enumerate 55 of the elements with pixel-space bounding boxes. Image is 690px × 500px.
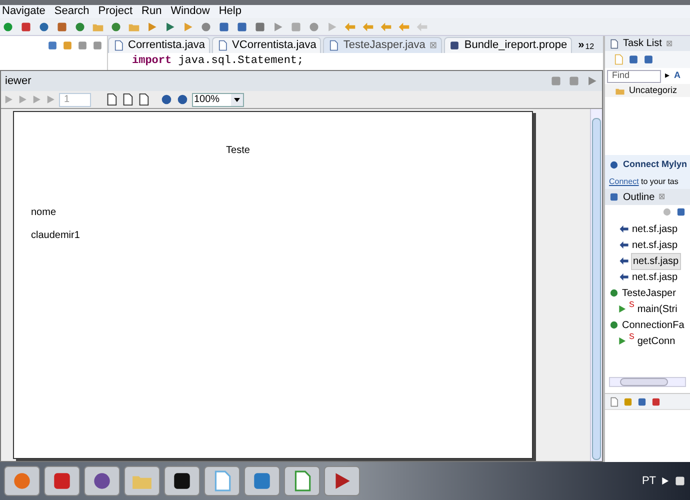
back-icon[interactable] [398,20,410,32]
horizontal-scrollbar[interactable] [609,377,686,387]
play-icon[interactable] [272,20,284,32]
menu-item[interactable]: Search [54,3,90,20]
report-title: Teste [226,144,250,158]
editor-tab[interactable]: Bundle_ireport.prope [444,37,572,53]
language-indicator[interactable]: PT [642,472,656,490]
new-task-icon[interactable] [613,54,624,65]
outline-item[interactable]: net.sf.jasp [631,222,679,236]
java-file-icon [217,40,228,51]
previous-page-icon[interactable] [17,94,28,105]
panel-tab[interactable]: Task List [623,36,662,51]
outline-item[interactable]: net.sf.jasp [631,252,681,270]
menu-item[interactable]: Navigate [2,3,46,20]
static-marker: S [629,299,634,311]
vertical-scrollbar[interactable] [590,109,602,461]
overflow-chevron[interactable]: » [578,36,584,53]
fit-page-icon[interactable] [137,93,150,106]
overflow-count: 12 [585,41,594,53]
task-list-icon [609,38,619,48]
static-marker: S [629,331,634,343]
java-file-icon [113,40,124,51]
find-field[interactable]: Find [607,70,661,82]
filter-link[interactable]: A [674,69,680,83]
page-icon[interactable] [105,93,118,106]
connect-link[interactable]: Connect [609,177,639,186]
mylyn-text: Connect to your tas [609,176,678,188]
zoom-select[interactable]: 100% [192,92,244,106]
outline-item[interactable]: main(Stri [636,302,678,316]
back-icon[interactable] [380,20,392,32]
java-file-icon [328,40,340,51]
editor-tab[interactable]: Correntista.java [108,37,210,53]
report-text: nome [31,206,58,220]
panel-tab[interactable]: Outline [623,190,655,204]
menu-item[interactable]: Project [98,3,133,20]
page-width-icon[interactable] [121,93,134,106]
menu-item[interactable]: Run [142,3,162,20]
taskbar-button[interactable] [164,466,200,496]
outline-item[interactable]: net.sf.jasp [631,238,679,252]
outline-item[interactable]: TesteJasper [621,286,677,300]
editor-tab[interactable]: VCorrentista.java [212,37,322,53]
outline-item[interactable]: net.sf.jasp [631,270,679,284]
filter-arrow[interactable]: ▸ [665,69,670,83]
menu-item[interactable]: Help [218,3,242,20]
outline-item[interactable]: ConnectionFa [621,318,686,332]
report-text: claudemir1 [31,229,81,243]
next-page-icon[interactable] [31,94,42,105]
mylyn-title: Connect Mylyn [623,158,688,172]
caret-icon [231,94,243,106]
code-line: import java.sql.Statement; [132,54,304,70]
editor-tab[interactable]: TesteJasper.java ⊠ [323,37,442,53]
outline-item[interactable]: getConn [636,334,676,348]
menu-item[interactable]: Window [170,3,210,20]
info-icon [609,160,619,170]
window-title: iewer [5,74,32,89]
